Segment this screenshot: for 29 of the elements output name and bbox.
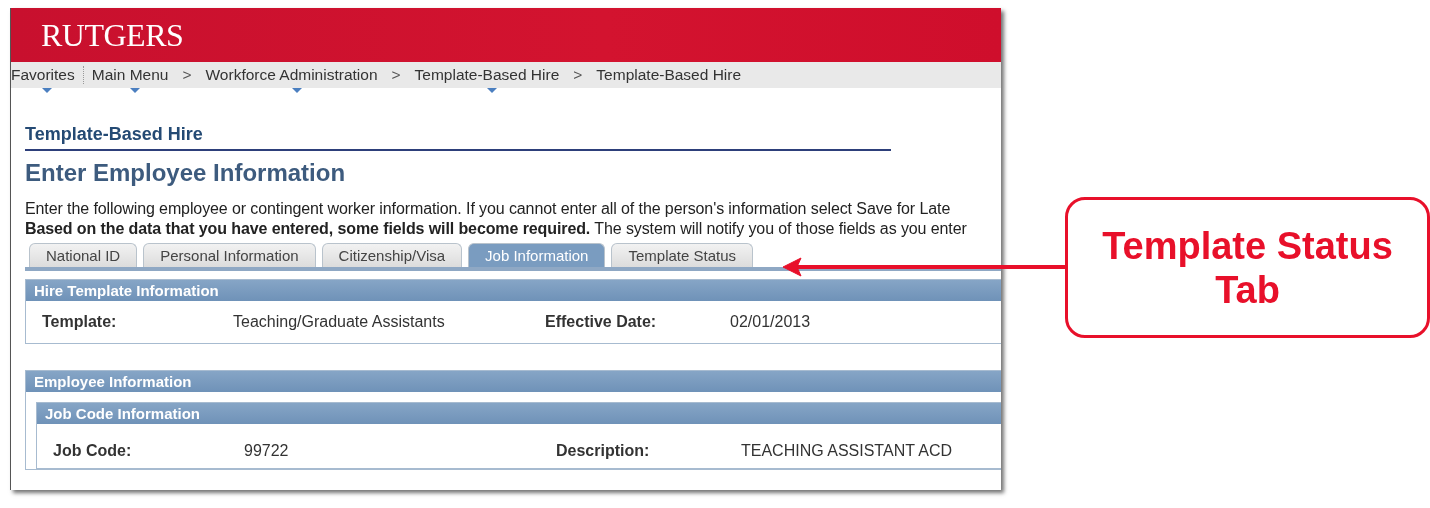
page-heading: Enter Employee Information [25,159,347,187]
tab[interactable]: Template Status [611,243,753,267]
field-label: Effective Date: [545,313,658,331]
field-value: 99722 [244,442,290,460]
group-header: Employee Information [26,371,1001,392]
breadcrumb-separator: > [181,66,193,84]
breadcrumb-link[interactable]: Template-Based Hire [414,66,570,84]
field-value: Teaching/Graduate Assistants [233,313,446,331]
field-label: Template: [42,313,118,331]
breadcrumb-separator: > [572,66,584,84]
tab[interactable]: National ID [29,243,138,267]
tab[interactable]: Personal Information [143,243,316,267]
instruction-text: Based on the data that you have entered, some fields will become required. The system will notify you of those fields as you enter [25,219,968,239]
group-header: Hire Template Information [26,280,1001,301]
breadcrumb-separator: > [390,66,402,84]
breadcrumb-link[interactable]: Main Menu [91,66,179,84]
field-value: 02/01/2013 [730,313,812,331]
breadcrumb-link[interactable]: Template-Based Hire [596,66,752,84]
breadcrumb-link[interactable]: Favorites [11,66,84,84]
callout-box: Template Status Tab [1065,197,1430,338]
instruction-text: Enter the following employee or contingent worker information. If you cannot enter all of the person's information select Save for Late [25,199,952,219]
tab[interactable]: Citizenship/Visa [321,243,463,267]
page-title: Template-Based Hire [25,124,891,151]
field-label: Job Code: [53,442,133,460]
field-label: Description: [556,442,651,460]
breadcrumb-link[interactable]: Workforce Administration [205,66,388,84]
field-value: TEACHING ASSISTANT ACD [741,442,953,460]
logo: RUTGERS [41,16,184,54]
group-header: Job Code Information [37,403,1001,424]
